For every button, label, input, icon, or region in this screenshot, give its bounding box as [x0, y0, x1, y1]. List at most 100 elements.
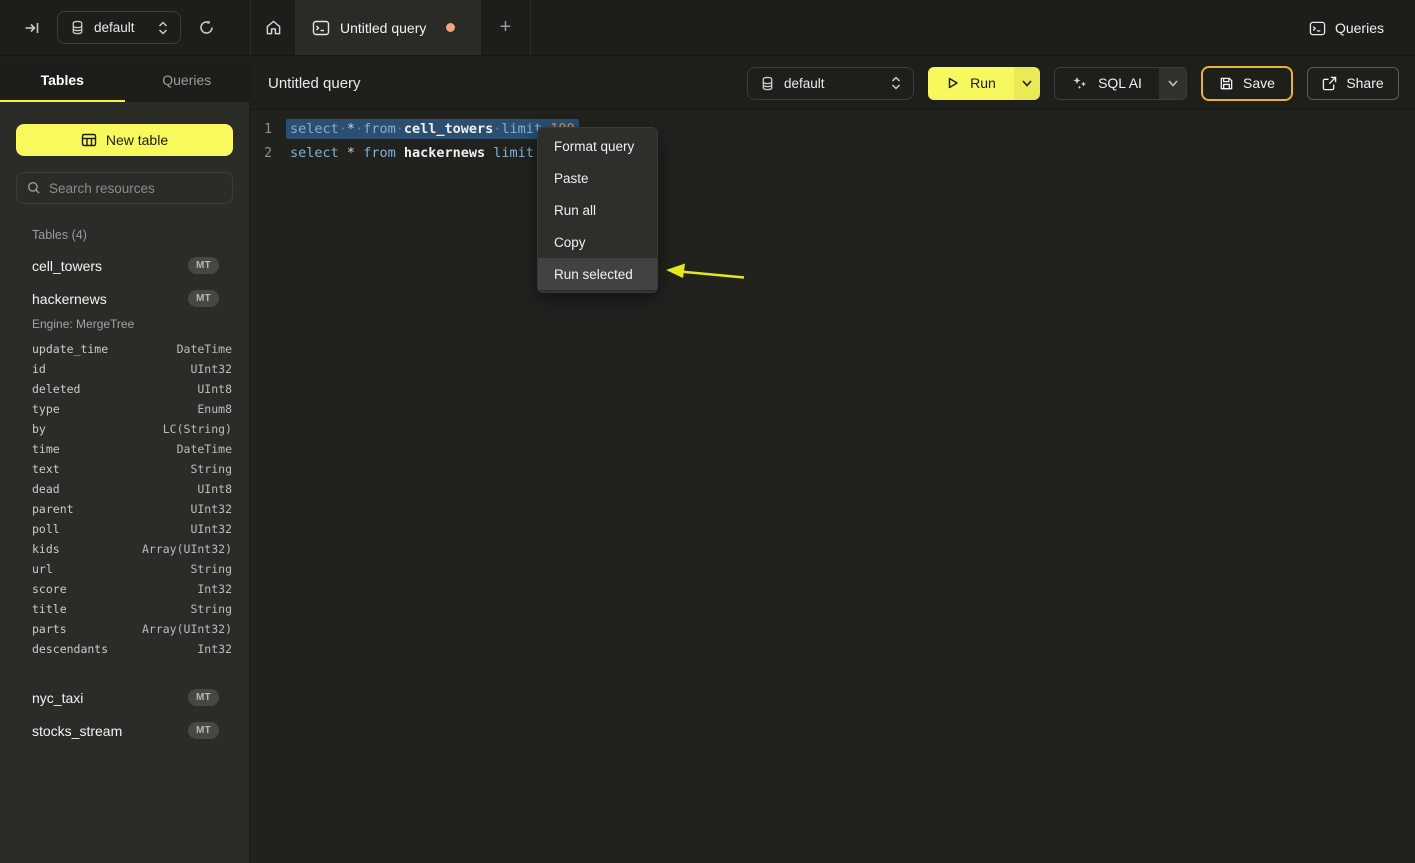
column-type: UInt32	[190, 502, 232, 516]
table-column-row: id UInt32	[0, 359, 249, 379]
queries-topbar-button[interactable]: Queries	[1309, 0, 1384, 56]
updown-chevron-icon	[158, 21, 168, 35]
table-row[interactable]: nyc_taxiMT	[0, 681, 249, 714]
table-row[interactable]: hackernews MT	[0, 282, 249, 315]
menu-item-copy[interactable]: Copy	[538, 226, 657, 258]
updown-chevron-icon	[891, 76, 901, 90]
column-name: title	[32, 602, 67, 616]
run-button-label: Run	[970, 75, 996, 91]
sidebar-tabs: Tables Queries	[0, 57, 249, 102]
code-editor[interactable]: 1 select·*·from·cell_towers·limit·1002sel…	[250, 110, 1415, 863]
share-button[interactable]: Share	[1307, 67, 1399, 100]
table-column-row: deadUInt8	[0, 479, 249, 499]
tables-section-label: Tables (4)	[0, 228, 249, 242]
code-line[interactable]: 1 select·*·from·cell_towers·limit·100	[250, 117, 1415, 141]
column-type: UInt8	[197, 382, 232, 396]
column-name: text	[32, 462, 60, 476]
home-tab-button[interactable]	[250, 0, 296, 55]
column-name: url	[32, 562, 53, 576]
column-name: score	[32, 582, 67, 596]
column-type: UInt8	[197, 482, 232, 496]
engine-badge: MT	[188, 290, 219, 307]
table-name: stocks_stream	[32, 723, 122, 739]
column-type: String	[190, 602, 232, 616]
table-grid-icon	[81, 132, 97, 148]
terminal-icon	[1309, 20, 1326, 37]
tab-untitled-query[interactable]: Untitled query	[296, 0, 481, 55]
run-button-main[interactable]: Run	[928, 67, 1014, 100]
table-name: hackernews	[32, 291, 107, 307]
menu-item-run-selected[interactable]: Run selected	[538, 258, 657, 290]
column-name: parts	[32, 622, 67, 636]
sidebar: Tables Queries New table Tables (4) cell…	[0, 57, 250, 863]
sidebar-tab-queries[interactable]: Queries	[125, 57, 250, 102]
new-table-button[interactable]: New table	[16, 124, 233, 156]
column-type: String	[190, 462, 232, 476]
save-icon	[1219, 76, 1234, 91]
save-button[interactable]: Save	[1201, 66, 1293, 101]
column-type: Enum8	[197, 402, 232, 416]
sidebar-tab-tables[interactable]: Tables	[0, 57, 125, 102]
table-column-row: text String	[0, 459, 249, 479]
table-column-row: timeDateTime	[0, 439, 249, 459]
column-type: UInt32	[190, 362, 232, 376]
table-columns: update_timeDateTimeid UInt32 deleted UInt8 t…	[0, 339, 249, 669]
terminal-icon	[312, 19, 330, 37]
table-column-row: type Enum8	[0, 399, 249, 419]
sql-ai-dropdown-caret[interactable]	[1159, 68, 1186, 99]
line-number: 2	[250, 146, 272, 161]
database-icon	[760, 76, 775, 91]
sql-ai-button[interactable]: SQL AI	[1054, 67, 1187, 100]
editor-header: Untitled query default	[250, 57, 1415, 110]
sql-console-app: default	[0, 0, 1415, 863]
database-icon	[70, 20, 85, 35]
new-tab-button[interactable]: +	[481, 0, 531, 55]
column-name: id	[32, 362, 46, 376]
column-name: time	[32, 442, 60, 456]
code-text: select·*·from·cell_towers·limit·100	[286, 119, 579, 139]
column-name: type	[32, 402, 60, 416]
column-name: by	[32, 422, 46, 436]
column-type: Int32	[197, 582, 232, 596]
code-line[interactable]: 2select * from hackernews limit	[250, 141, 1415, 165]
run-dropdown-caret[interactable]	[1014, 67, 1040, 100]
share-icon	[1322, 76, 1337, 91]
home-icon	[265, 19, 282, 36]
table-column-row: title String	[0, 599, 249, 619]
menu-item-paste[interactable]: Paste	[538, 162, 657, 194]
table-name: nyc_taxi	[32, 690, 83, 706]
table-column-row: update_timeDateTime	[0, 339, 249, 359]
menu-item-run-all[interactable]: Run all	[538, 194, 657, 226]
column-type: DateTime	[177, 342, 232, 356]
topbar-database-selector[interactable]: default	[57, 11, 181, 44]
sql-ai-button-main[interactable]: SQL AI	[1055, 68, 1159, 99]
editor-toolbar: default Run	[747, 66, 1399, 101]
play-icon	[946, 76, 960, 90]
table-row[interactable]: stocks_streamMT	[0, 714, 249, 747]
column-name: descendants	[32, 642, 108, 656]
editor-database-selector[interactable]: default	[747, 67, 914, 100]
line-number: 1	[250, 122, 272, 137]
chevron-down-icon	[1022, 80, 1032, 87]
sparkles-icon	[1072, 75, 1088, 91]
table-column-row: kidsArray(UInt32)	[0, 539, 249, 559]
column-name: deleted	[32, 382, 80, 396]
collapse-sidebar-icon[interactable]	[24, 20, 40, 36]
search-icon	[27, 181, 41, 195]
table-row[interactable]: cell_towersMT	[0, 249, 249, 282]
table-column-row: urlString	[0, 559, 249, 579]
column-type: Array(UInt32)	[142, 622, 232, 636]
topbar-database-value: default	[94, 20, 149, 35]
refresh-icon[interactable]	[198, 19, 215, 36]
topbar: default	[0, 0, 1415, 56]
table-column-row: pollUInt32	[0, 519, 249, 539]
table-column-row: score Int32	[0, 579, 249, 599]
engine-badge: MT	[188, 257, 219, 274]
column-name: poll	[32, 522, 60, 536]
column-type: Array(UInt32)	[142, 542, 232, 556]
search-resources-input[interactable]	[49, 181, 222, 196]
unsaved-dot	[446, 23, 455, 32]
run-button[interactable]: Run	[928, 67, 1040, 100]
menu-item-format-query[interactable]: Format query	[538, 130, 657, 162]
queries-button-label: Queries	[1335, 20, 1384, 36]
